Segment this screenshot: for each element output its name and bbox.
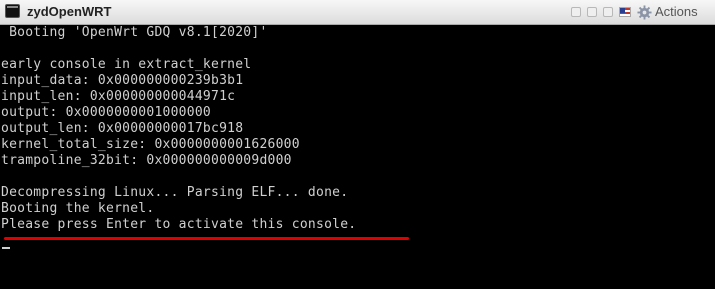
console-line: Booting 'OpenWrt GDQ v8.1[2020]' [1,25,268,40]
vm-console-window: zydOpenWRT Actions Booting 'OpenWrt GDQ … [0,0,715,289]
console-line: input_data: 0x000000000239b3b1 [1,73,244,88]
fullscreen-button[interactable] [603,7,613,17]
gear-icon [637,4,652,20]
text-cursor [2,247,10,249]
red-highlight-underline [4,237,409,240]
console-line: Decompressing Linux... Parsing ELF... do… [1,185,349,200]
us-flag-icon[interactable] [619,7,631,17]
console-line: output: 0x0000000001000000 [1,105,211,120]
title-bar: zydOpenWRT Actions [0,0,715,25]
console-line: input_len: 0x000000000044971c [1,89,236,104]
console-line: early console in extract_kernel [1,57,252,72]
console-line: kernel_total_size: 0x0000000001626000 [1,137,300,152]
console-line: Booting the kernel. [1,201,155,216]
terminal-icon [5,4,20,18]
actions-menu-button[interactable]: Actions [637,3,713,21]
window-title: zydOpenWRT [27,4,112,19]
actions-label: Actions [655,4,698,19]
console-line: output_len: 0x00000000017bc918 [1,121,244,136]
minimize-button[interactable] [571,7,581,17]
console-prompt-line: Please press Enter to activate this cons… [1,217,357,232]
console-screen[interactable]: Booting 'OpenWrt GDQ v8.1[2020]' early c… [0,25,715,289]
restore-button[interactable] [587,7,597,17]
console-line: trampoline_32bit: 0x000000000009d000 [1,153,292,168]
